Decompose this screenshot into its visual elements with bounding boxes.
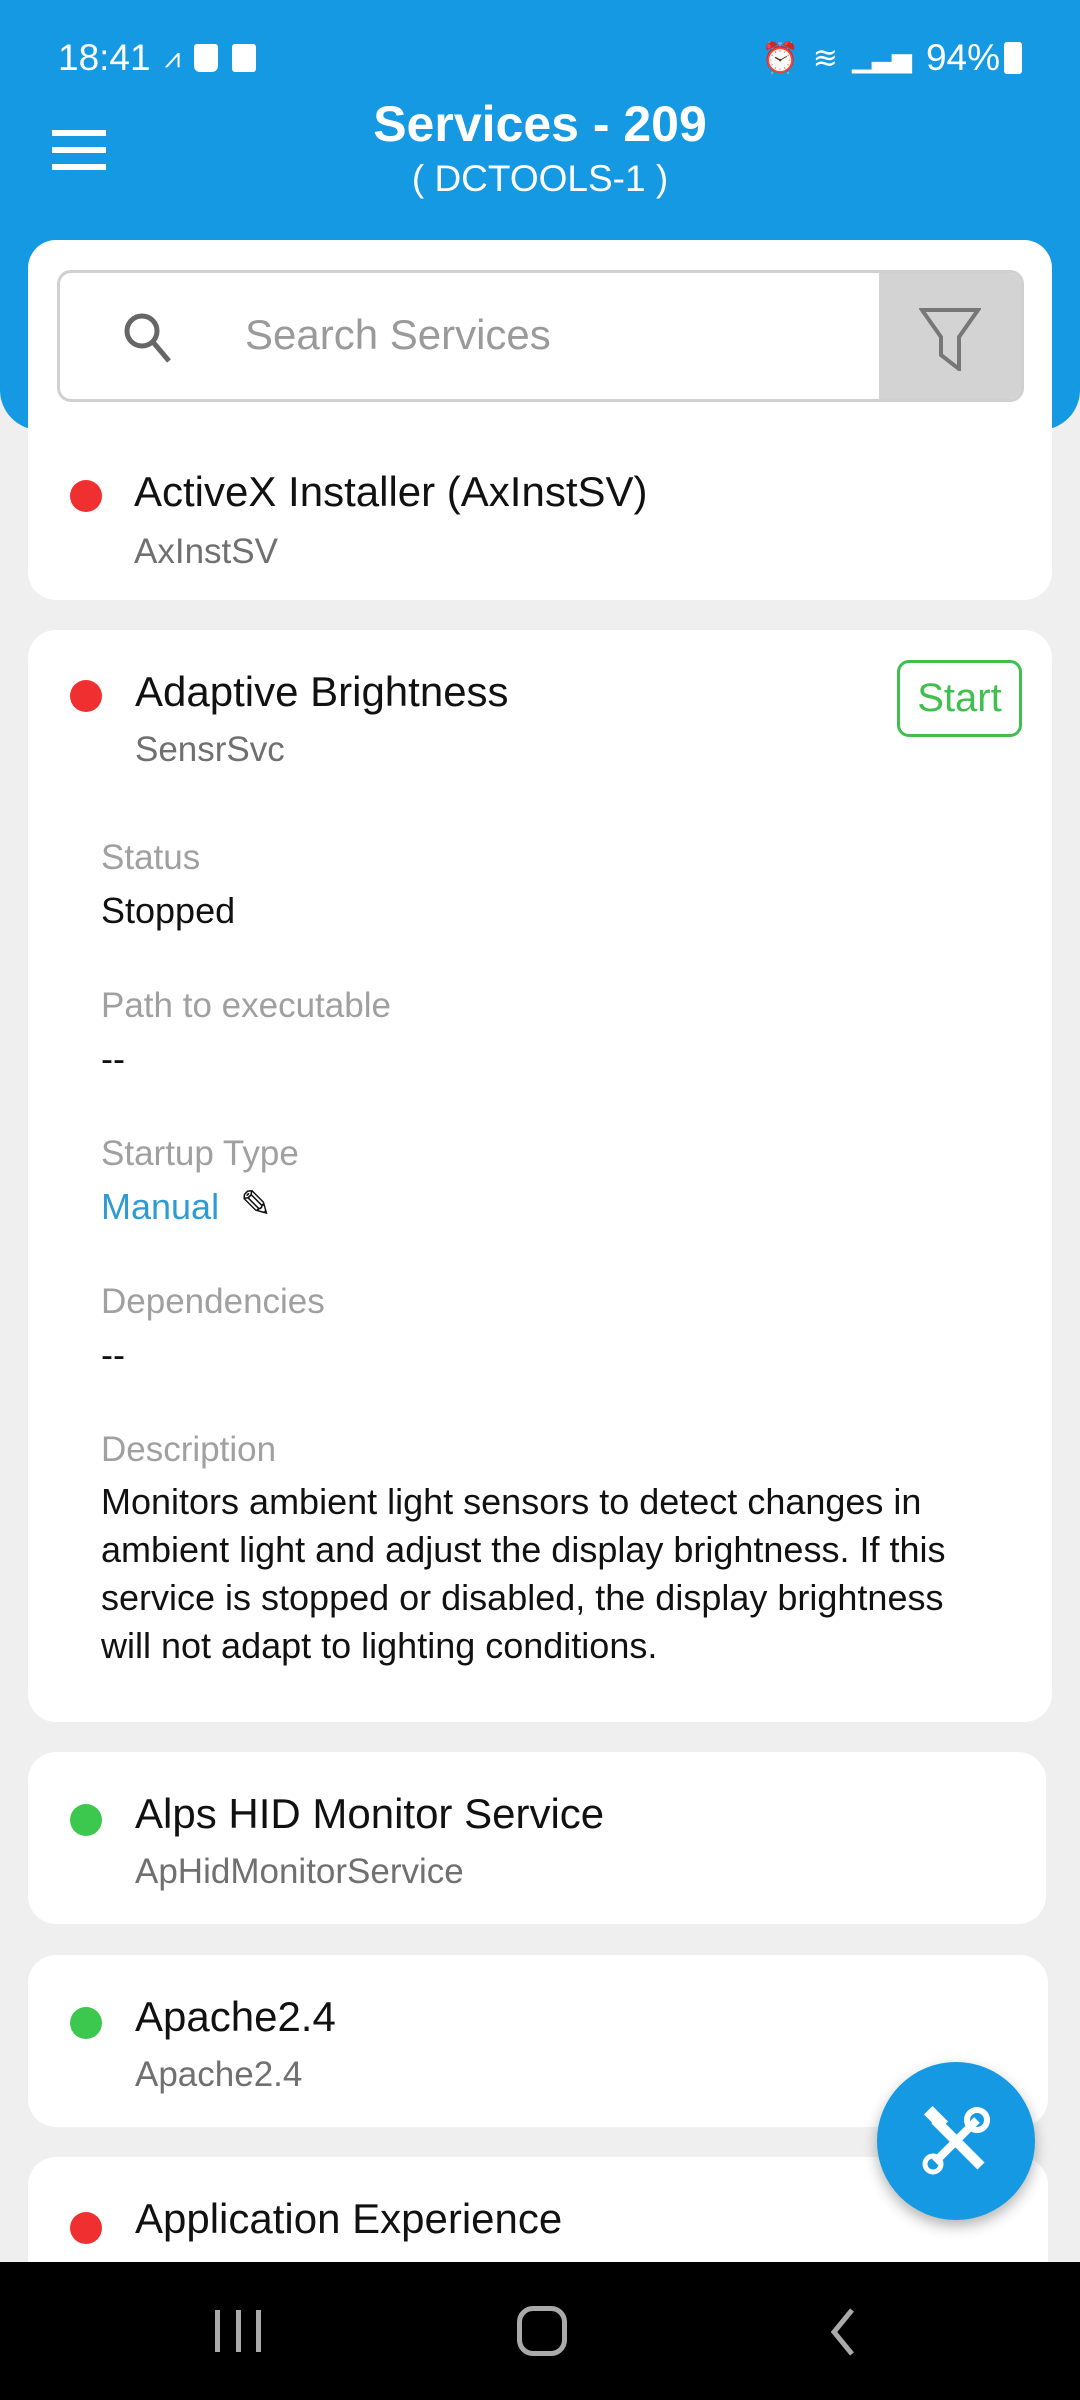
description-text: Monitors ambient light sensors to detect… — [101, 1481, 946, 1666]
status-value: Stopped — [101, 890, 236, 931]
service-id: ApHidMonitorService — [135, 1852, 464, 1891]
status-label: Status — [101, 838, 201, 877]
service-name: Apache2.4 — [135, 1993, 336, 2040]
notification-icon: ⩘ — [164, 41, 181, 73]
tools-fab-button[interactable] — [877, 2062, 1035, 2220]
checkbox-icon — [232, 44, 257, 72]
status-dot-stopped — [70, 480, 102, 512]
service-id: Apache2.4 — [135, 2055, 303, 2094]
battery-icon — [1004, 42, 1022, 74]
signal-icon: ▁▃▅ — [851, 42, 912, 73]
page-subtitle: ( DCTOOLS-1 ) — [411, 158, 669, 199]
status-dot-running — [70, 2007, 102, 2039]
dependencies-label: Dependencies — [101, 1282, 325, 1321]
service-item-expanded[interactable]: Adaptive Brightness SensrSvc Start Statu… — [28, 630, 1052, 1722]
service-id: SensrSvc — [135, 730, 285, 769]
home-button[interactable] — [517, 2306, 567, 2356]
alarm-icon: ⏰ — [761, 41, 799, 75]
filter-icon — [919, 308, 981, 371]
startup-type-label: Startup Type — [101, 1134, 299, 1173]
page-title: Services - 209 — [373, 96, 707, 152]
path-label: Path to executable — [101, 986, 391, 1025]
battery-level: 94% — [925, 37, 1000, 78]
description-label: Description — [101, 1430, 277, 1469]
status-dot-stopped — [70, 680, 102, 712]
path-value: -- — [101, 1038, 125, 1079]
search-card: Search Services ActiveX Installer (AxIns… — [28, 240, 1052, 600]
status-time: 18:41 — [58, 37, 151, 78]
status-bar-right: ⏰ ≋ ▁▃▅ 94% — [761, 30, 1022, 86]
search-icon — [124, 313, 171, 363]
start-button[interactable]: Start — [897, 660, 1022, 737]
startup-type-link[interactable]: Manual — [101, 1186, 219, 1228]
service-name: Adaptive Brightness — [135, 668, 509, 715]
service-id: AxInstSV — [134, 532, 278, 571]
back-button[interactable] — [828, 2306, 858, 2358]
dependencies-value: -- — [101, 1334, 125, 1375]
status-bar-left: 18:41 ⩘ — [58, 30, 257, 86]
status-dot-stopped — [70, 2212, 102, 2244]
tools-icon — [922, 2106, 990, 2175]
service-name: Application Experience — [135, 2195, 563, 2242]
service-name: ActiveX Installer (AxInstSV) — [134, 468, 648, 515]
service-item[interactable]: Alps HID Monitor Service ApHidMonitorSer… — [28, 1752, 1046, 1924]
filter-button[interactable] — [879, 273, 1021, 399]
edit-pencil-icon[interactable]: ✎ — [240, 1182, 272, 1227]
search-input[interactable]: Search Services — [57, 270, 1024, 402]
search-placeholder: Search Services — [245, 311, 551, 358]
wifi-icon: ≋ — [812, 41, 838, 75]
system-nav-bar — [0, 2262, 1080, 2400]
recent-apps-button[interactable] — [215, 2310, 261, 2352]
shopping-bag-icon — [194, 44, 219, 72]
status-dot-running — [70, 1804, 102, 1836]
service-name: Alps HID Monitor Service — [135, 1790, 605, 1837]
